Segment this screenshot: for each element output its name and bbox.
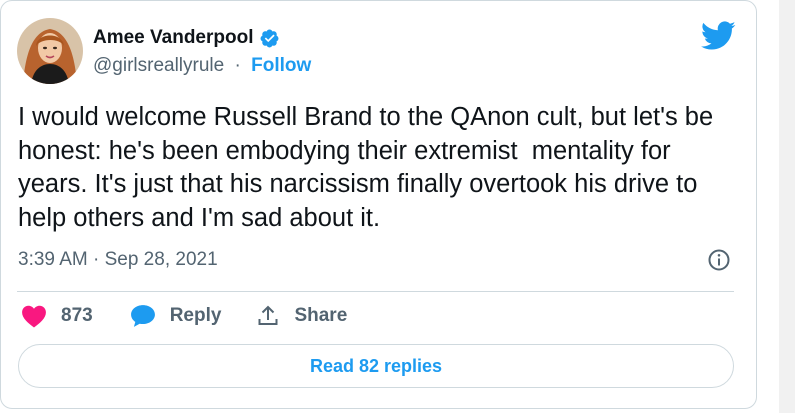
tweet-timestamp[interactable]: 3:39 AM · Sep 28, 2021 [18, 249, 218, 271]
author-avatar[interactable] [17, 18, 83, 84]
follow-button[interactable]: Follow [251, 55, 311, 76]
twitter-bird-icon[interactable] [701, 21, 736, 51]
like-count: 873 [61, 305, 93, 326]
tweet-embed-card: Amee Vanderpool @girlsreallyrule · Follo… [0, 0, 757, 409]
read-replies-label: Read 82 replies [309, 355, 443, 376]
page-scrollbar[interactable] [779, 0, 795, 413]
author-name[interactable]: Amee Vanderpool [93, 27, 254, 49]
action-bar: 873 Reply Share [21, 304, 347, 328]
share-label: Share [294, 305, 348, 326]
like-button[interactable]: 873 [21, 304, 93, 328]
heart-icon [21, 304, 47, 328]
speech-bubble-icon [130, 304, 156, 328]
verified-badge-icon [259, 28, 280, 49]
info-icon[interactable] [707, 248, 731, 272]
author-handle-row: @girlsreallyrule · Follow [93, 55, 311, 77]
author-name-row: Amee Vanderpool [93, 27, 280, 49]
reply-label: Reply [169, 305, 222, 326]
share-upload-icon [256, 304, 280, 328]
reply-button[interactable]: Reply [130, 304, 222, 328]
share-button[interactable]: Share [256, 304, 347, 328]
read-replies-button[interactable]: Read 82 replies [18, 344, 734, 388]
separator-dot: · [234, 55, 241, 76]
author-handle[interactable]: @girlsreallyrule [93, 55, 224, 76]
tweet-text: I would welcome Russell Brand to the QAn… [18, 103, 721, 232]
divider [17, 291, 734, 292]
